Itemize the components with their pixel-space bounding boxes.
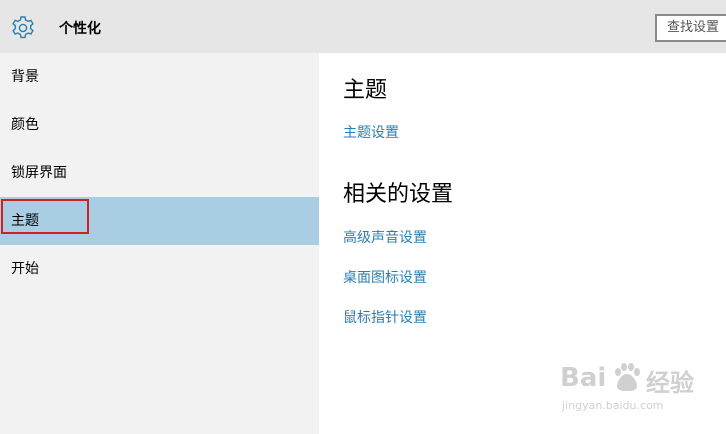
- sidebar-item-label: 开始: [11, 261, 39, 277]
- baidu-watermark: Bai 经验 jingyan.baidu.com: [558, 355, 718, 415]
- section-title: 主题: [343, 78, 388, 103]
- watermark-brand-left: Bai: [560, 363, 607, 393]
- sidebar-item-label: 主题: [11, 213, 39, 229]
- advanced-sound-settings-link[interactable]: 高级声音设置: [343, 228, 427, 248]
- desktop-icon-settings-link[interactable]: 桌面图标设置: [343, 268, 427, 288]
- watermark-url: jingyan.baidu.com: [562, 399, 664, 412]
- mouse-pointer-settings-link[interactable]: 鼠标指针设置: [343, 308, 427, 328]
- sidebar-item-lock-screen[interactable]: 锁屏界面: [0, 149, 319, 197]
- watermark-brand-right: 经验: [646, 369, 694, 397]
- related-settings-title: 相关的设置: [343, 182, 454, 207]
- sidebar-item-themes[interactable]: 主题: [0, 197, 319, 245]
- sidebar-item-label: 锁屏界面: [11, 165, 67, 181]
- paw-icon: [615, 363, 640, 391]
- sidebar-item-start[interactable]: 开始: [0, 245, 319, 293]
- sidebar: 背景 颜色 锁屏界面 主题 开始: [0, 53, 319, 434]
- title-bar: 个性化 查找设置: [0, 0, 726, 53]
- page-title: 个性化: [59, 21, 101, 37]
- sidebar-item-colors[interactable]: 颜色: [0, 101, 319, 149]
- theme-settings-link[interactable]: 主题设置: [343, 123, 399, 143]
- gear-icon: [12, 16, 34, 39]
- search-input[interactable]: 查找设置: [655, 14, 726, 42]
- sidebar-item-label: 背景: [11, 69, 39, 85]
- sidebar-item-background[interactable]: 背景: [0, 53, 319, 101]
- sidebar-item-label: 颜色: [11, 117, 39, 133]
